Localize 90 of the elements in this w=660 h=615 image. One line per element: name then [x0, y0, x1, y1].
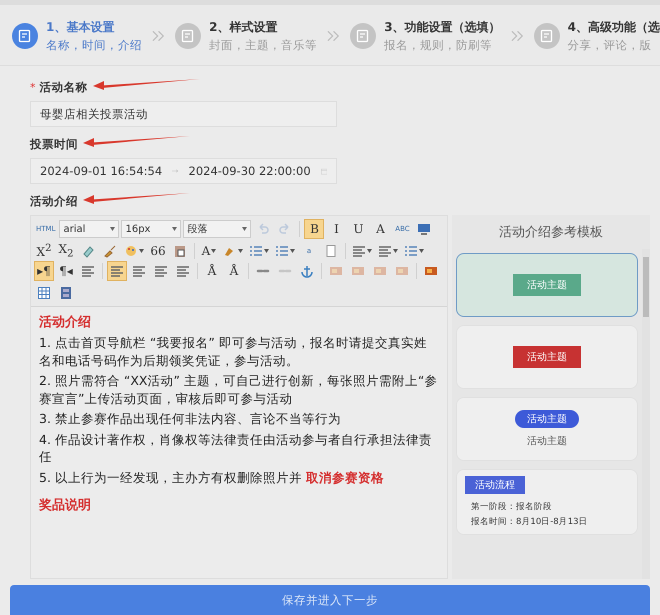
double-chevron-icon: [152, 30, 166, 42]
lines-icon: [132, 264, 146, 278]
format-button[interactable]: A: [370, 219, 390, 239]
step-tab[interactable]: 4、高级功能（选 分享，评论，版: [534, 19, 660, 53]
page-icon: [324, 244, 338, 258]
field-label: 活动介绍: [30, 194, 78, 209]
document-icon: [12, 23, 38, 49]
image-icon: [424, 264, 438, 278]
content-heading: 活动介绍: [39, 314, 92, 331]
template-title: 活动主题: [515, 410, 579, 428]
editor-dropdown[interactable]: 段落: [183, 220, 252, 238]
format-button[interactable]: ¶◂: [56, 261, 76, 281]
document-icon: [534, 23, 560, 49]
required-mark: *: [30, 81, 36, 94]
table-icon: [37, 286, 51, 300]
format-button[interactable]: B: [304, 219, 324, 239]
double-chevron-icon: [510, 30, 524, 42]
image-icon: [329, 264, 343, 278]
content-paragraph: 2. 照片需符合 “XX活动” 主题，可自己进行创新，每张照片需附上“参赛宣言”上传活动页面，审核后即可参与活动: [39, 372, 438, 407]
end-date: 2024-09-30 22:00:00: [188, 164, 311, 178]
document-icon: [350, 23, 376, 49]
brush-icon: [103, 244, 117, 258]
image-icon: [373, 264, 387, 278]
image-icon: [395, 264, 409, 278]
content-heading: 奖品说明: [39, 497, 92, 514]
date-range-field[interactable]: 2024-09-01 16:54:54 2024-09-30 22:00:00: [30, 158, 337, 184]
format-button[interactable]: I: [326, 219, 346, 239]
format-button[interactable]: X$_{2}$: [56, 241, 76, 261]
image-icon: [351, 264, 365, 278]
start-date: 2024-09-01 16:54:54: [40, 164, 162, 178]
step-title: 3、功能设置（选填）: [384, 19, 501, 36]
template-card[interactable]: 活动流程 第一阶段：报名阶段 报名时间：8月10日-8月13日: [456, 469, 638, 535]
step-title: 2、样式设置: [209, 19, 278, 36]
template-subtitle: 活动主题: [527, 434, 567, 448]
lines-icon: [176, 264, 190, 278]
template-card[interactable]: 活动主题: [456, 325, 638, 389]
format-button[interactable]: Å: [202, 261, 222, 281]
format-button[interactable]: Å: [224, 261, 244, 281]
palette-icon: [124, 244, 138, 258]
anchor-icon: [300, 264, 314, 278]
format-button[interactable]: X$^{2}$: [34, 241, 54, 261]
step-subtitle: 分享，评论，版: [568, 38, 653, 53]
monitor-icon: [417, 222, 432, 236]
lines-icon: [81, 264, 95, 278]
content-paragraph: 4. 作品设计著作权，肖像权等法律责任由活动参与者自行承担法律责任: [39, 430, 433, 466]
film-icon: [59, 286, 73, 300]
double-chevron-icon: [327, 30, 340, 42]
lines-icon: [110, 264, 124, 278]
format-button[interactable]: A: [199, 241, 219, 261]
lines-icon: [154, 264, 168, 278]
format-button[interactable]: 66: [148, 241, 168, 261]
step-tab[interactable]: 2、样式设置 封面，主题，音乐等: [175, 19, 318, 53]
step-title: 1、基本设置: [46, 19, 116, 36]
step-title: 4、高级功能（选: [568, 19, 660, 36]
content-paragraph: 5. 以上行为一经发现，主办方有权删除照片并 取消参赛资格: [39, 468, 385, 486]
eraser-icon: [81, 244, 95, 258]
editor-dropdown[interactable]: arial: [59, 220, 120, 238]
step-tab[interactable]: 1、基本设置 名称，时间，介绍: [12, 19, 142, 53]
content-paragraph: 3. 禁止参赛作品出现任何非法内容、言论不当等行为: [39, 410, 342, 428]
lines-icon: [352, 244, 366, 258]
template-text: 报名时间：8月10日-8月13日: [471, 516, 588, 528]
caret-icon: [110, 227, 116, 231]
field-label: 活动名称: [40, 80, 88, 95]
panel-title: 活动介绍参考模板: [498, 224, 604, 242]
list-icon: [249, 244, 263, 258]
format-button[interactable]: ▸¶: [34, 261, 54, 281]
paste-icon: [173, 244, 187, 258]
lines-icon: [378, 244, 392, 258]
document-icon: [175, 23, 202, 49]
content-paragraph: 1. 点击首页导航栏 “我要报名” 即可参与活动，报名时请提交真实姓名和电话号码作为后期领奖凭证，参与活动。: [39, 334, 428, 369]
field-label: 投票时间: [30, 137, 78, 152]
template-title: 活动主题: [513, 346, 581, 368]
format-button[interactable]: U: [348, 219, 368, 239]
caret-icon: [172, 227, 178, 231]
list-icon: [275, 244, 289, 258]
list-icon: [404, 244, 418, 258]
template-title: 活动流程: [465, 476, 525, 494]
scrollbar[interactable]: [642, 249, 650, 579]
template-card[interactable]: 活动主题 活动主题: [456, 397, 638, 461]
arrow-icon: [172, 168, 178, 174]
template-title: 活动主题: [513, 274, 581, 296]
toolbar-button[interactable]: [107, 261, 127, 281]
caret-icon: [242, 227, 248, 231]
name-input-field[interactable]: 母婴店相关投票活动: [30, 101, 337, 127]
template-text: 第一阶段：报名阶段: [471, 501, 552, 513]
step-subtitle: 名称，时间，介绍: [46, 38, 142, 53]
step-tab[interactable]: 3、功能设置（选填） 报名，规则，防刷等: [350, 19, 501, 53]
step-subtitle: 封面，主题，音乐等: [209, 38, 318, 53]
editor-dropdown[interactable]: 16px: [121, 220, 182, 238]
step-subtitle: 报名，规则，防刷等: [384, 38, 494, 53]
